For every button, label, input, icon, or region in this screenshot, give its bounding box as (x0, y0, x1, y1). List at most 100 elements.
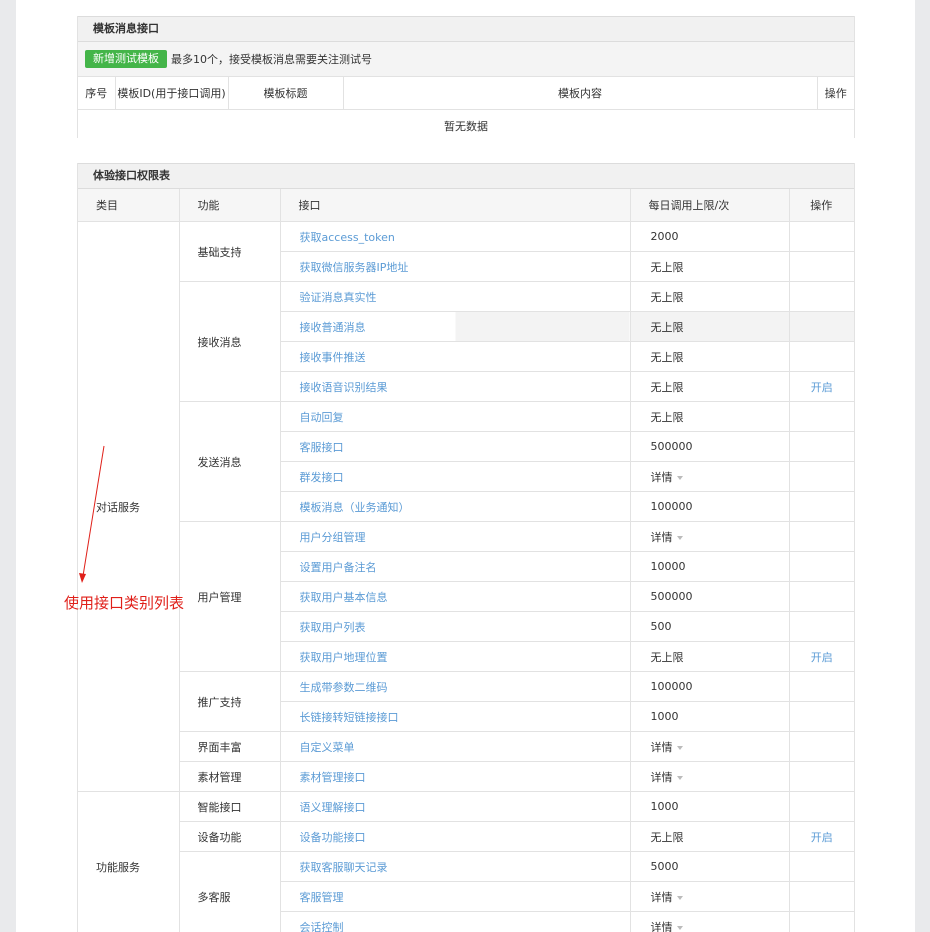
action-cell (789, 311, 854, 342)
action-cell (789, 461, 854, 492)
api-link[interactable]: 自定义菜单 (280, 731, 631, 762)
table-row: 用户管理 用户分组管理 详情 (78, 521, 854, 672)
api-link[interactable]: 接收普通消息 (280, 311, 631, 342)
api-link[interactable]: 模板消息（业务通知） (280, 491, 631, 522)
daily-limit: 10000 (630, 551, 790, 582)
api-link[interactable]: 用户分组管理 (280, 521, 631, 552)
details-dropdown[interactable]: 详情 (630, 521, 790, 552)
add-test-template-button[interactable]: 新增测试模板 (85, 50, 167, 68)
action-cell (789, 251, 854, 282)
action-cell (789, 281, 854, 312)
api-link[interactable]: 自动回复 (280, 401, 631, 432)
function-user-management: 用户管理 (179, 521, 281, 672)
function-material-management: 素材管理 (179, 761, 281, 792)
function-basic-support: 基础支持 (179, 221, 281, 282)
enable-link[interactable]: 开启 (789, 371, 854, 402)
caret-down-icon (676, 745, 683, 750)
api-link[interactable]: 客服管理 (280, 881, 631, 912)
caret-down-icon (676, 475, 683, 480)
api-link[interactable]: 获取用户列表 (280, 611, 631, 642)
template-table: 序号 模板ID(用于接口调用) 模板标题 模板内容 操作 暂无数据 (78, 77, 854, 142)
enable-link[interactable]: 开启 (789, 821, 854, 852)
api-link[interactable]: 设置用户备注名 (280, 551, 631, 582)
category-function-service: 功能服务 (78, 791, 180, 932)
daily-limit: 无上限 (630, 341, 790, 372)
details-label: 详情 (650, 770, 673, 784)
details-label: 详情 (650, 530, 673, 544)
table-row: 多客服 获取客服聊天记录 5000 (78, 851, 854, 932)
function-receive-message: 接收消息 (179, 281, 281, 402)
function-multi-customer-service: 多客服 (179, 851, 281, 932)
api-link[interactable]: 语义理解接口 (280, 791, 631, 822)
daily-limit: 1000 (630, 791, 790, 822)
api-link[interactable]: 获取微信服务器IP地址 (280, 251, 631, 282)
details-label: 详情 (650, 740, 673, 754)
table-row: 功能服务 智能接口 语义理解接口 1000 (78, 791, 854, 932)
action-cell (789, 581, 854, 612)
function-send-message: 发送消息 (179, 401, 281, 522)
action-cell (789, 911, 854, 932)
details-dropdown[interactable]: 详情 (630, 461, 790, 492)
daily-limit: 500 (630, 611, 790, 642)
daily-limit: 无上限 (630, 311, 790, 342)
details-label: 详情 (650, 920, 673, 932)
annotation-text: 使用接口类别列表 (64, 594, 185, 612)
api-link[interactable]: 长链接转短链接接口 (280, 701, 631, 732)
action-cell (789, 671, 854, 702)
category-dialog-service: 对话服务 (78, 221, 180, 792)
permission-table: 类目 功能 接口 每日调用上限/次 操作 对话服务 基础支持 获取access_… (78, 189, 854, 932)
api-link[interactable]: 群发接口 (280, 461, 631, 492)
details-dropdown[interactable]: 详情 (630, 911, 790, 932)
daily-limit: 无上限 (630, 281, 790, 312)
caret-down-icon (676, 925, 683, 930)
api-link[interactable]: 会话控制 (280, 911, 631, 932)
template-message-panel: 模板消息接口 新增测试模板 最多10个，接受模板消息需要关注测试号 序号 模板I… (77, 16, 855, 138)
details-label: 详情 (650, 890, 673, 904)
api-link[interactable]: 生成带参数二维码 (280, 671, 631, 702)
daily-limit: 500000 (630, 581, 790, 612)
daily-limit: 2000 (630, 221, 790, 252)
permission-table-header: 类目 功能 接口 每日调用上限/次 操作 (78, 189, 854, 222)
details-dropdown[interactable]: 详情 (630, 881, 790, 912)
api-link[interactable]: 获取用户地理位置 (280, 641, 631, 672)
api-link[interactable]: 获取客服聊天记录 (280, 851, 631, 882)
function-smart-interface: 智能接口 (179, 791, 281, 822)
daily-limit: 1000 (630, 701, 790, 732)
daily-limit: 500000 (630, 431, 790, 462)
caret-down-icon (676, 775, 683, 780)
table-row: 接收消息 验证消息真实性 无上限 (78, 281, 854, 402)
details-dropdown[interactable]: 详情 (630, 731, 790, 762)
action-cell (789, 761, 854, 792)
api-link[interactable]: 客服接口 (280, 431, 631, 462)
column-header-template-id: 模板ID(用于接口调用) (115, 77, 229, 110)
api-link[interactable]: 验证消息真实性 (280, 281, 631, 312)
action-cell (789, 731, 854, 762)
table-row: 对话服务 基础支持 获取access_token 2000 (78, 221, 854, 792)
action-cell (789, 701, 854, 732)
action-cell (789, 551, 854, 582)
details-dropdown[interactable]: 详情 (630, 761, 790, 792)
action-cell (789, 221, 854, 252)
action-cell (789, 881, 854, 912)
api-link[interactable]: 设备功能接口 (280, 821, 631, 852)
column-header-action: 操作 (817, 77, 854, 110)
api-permission-panel: 体验接口权限表 类目 功能 接口 每日调用上限/次 操作 对话服务 基础支持 获… (77, 163, 855, 932)
enable-link[interactable]: 开启 (789, 641, 854, 672)
action-cell (789, 401, 854, 432)
table-row: 发送消息 自动回复 无上限 (78, 401, 854, 522)
function-promotion-support: 推广支持 (179, 671, 281, 732)
action-cell (789, 791, 854, 822)
api-link[interactable]: 接收事件推送 (280, 341, 631, 372)
empty-data-text: 暂无数据 (444, 120, 488, 133)
api-link[interactable]: 素材管理接口 (280, 761, 631, 792)
api-link[interactable]: 获取用户基本信息 (280, 581, 631, 612)
table-row: 推广支持 生成带参数二维码 100000 (78, 671, 854, 732)
api-link[interactable]: 获取access_token (280, 221, 631, 252)
api-link[interactable]: 接收语音识别结果 (280, 371, 631, 402)
action-cell (789, 341, 854, 372)
action-cell (789, 521, 854, 552)
column-header-index: 序号 (78, 77, 116, 110)
action-cell (789, 431, 854, 462)
daily-limit: 无上限 (630, 371, 790, 402)
column-header-template-title: 模板标题 (228, 77, 344, 110)
